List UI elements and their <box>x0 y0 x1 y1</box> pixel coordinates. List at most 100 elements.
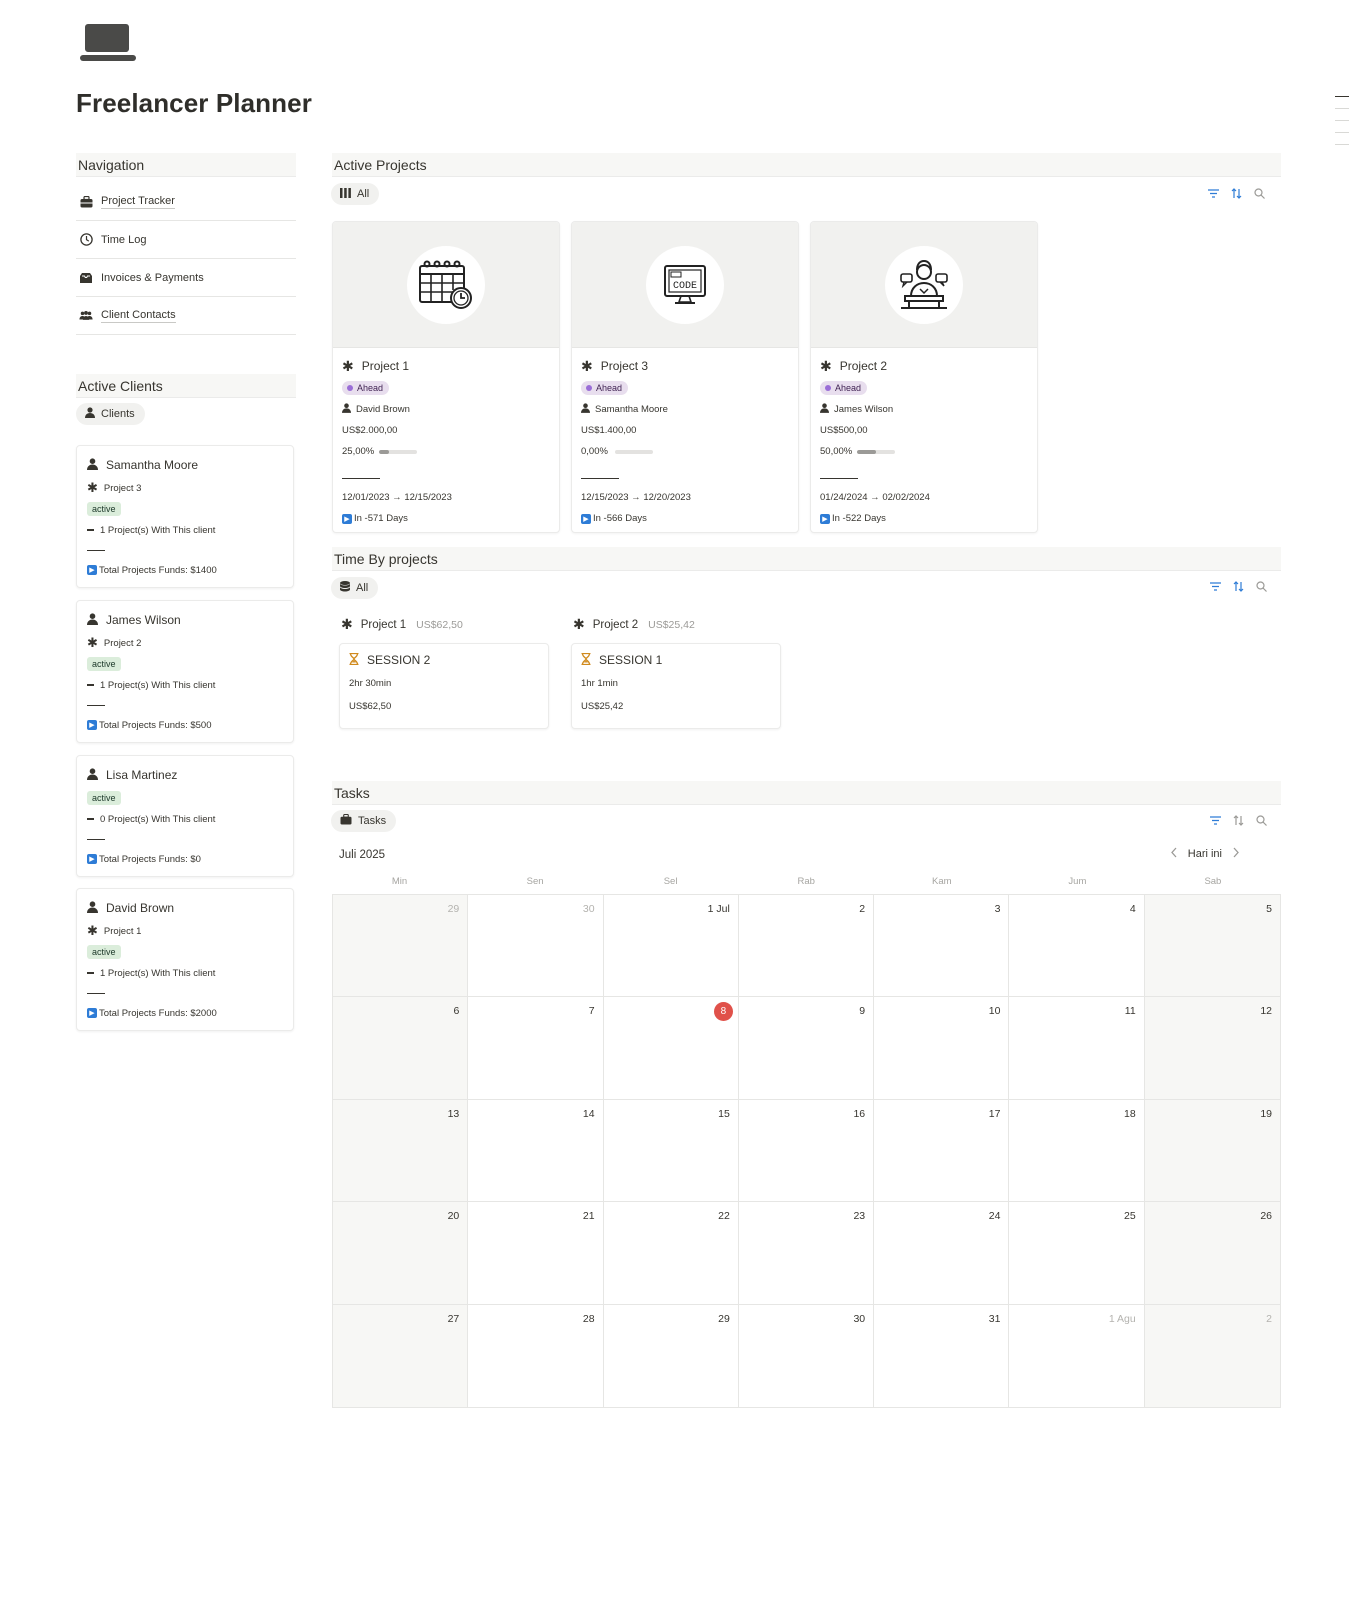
minus-icon <box>87 818 94 820</box>
calendar-day-number: 12 <box>1260 1005 1272 1018</box>
filter-icon[interactable] <box>1207 187 1220 200</box>
calendar-day-cell[interactable]: 29 <box>603 1304 739 1407</box>
calendar-day-cell[interactable]: 15 <box>603 1099 739 1203</box>
calendar-day-cell[interactable]: 27 <box>333 1304 469 1407</box>
calendar-day-cell[interactable]: 1 Agu <box>1009 1304 1145 1407</box>
tab-label: Tasks <box>358 815 387 827</box>
calendar-day-cell[interactable]: 31 <box>874 1304 1010 1407</box>
calendar-day-cell[interactable]: 14 <box>468 1099 604 1203</box>
chevron-right-icon[interactable] <box>1232 847 1240 861</box>
calendar-day-number: 6 <box>453 1005 460 1018</box>
calendar-day-cell[interactable]: 3 <box>874 895 1010 998</box>
session-card-session-1[interactable]: SESSION 1 1hr 1min US$25,42 <box>571 643 781 729</box>
nav-item-project-tracker[interactable]: Project Tracker <box>76 183 296 221</box>
calendar-day-cell[interactable]: 13 <box>333 1099 469 1203</box>
minus-icon <box>87 972 94 974</box>
minus-icon <box>87 529 94 531</box>
client-project-link[interactable]: Project 1 <box>104 926 142 937</box>
session-card-session-2[interactable]: SESSION 2 2hr 30min US$62,50 <box>339 643 549 729</box>
divider <box>87 705 105 706</box>
project-card-project-1[interactable]: ✱ Project 1 Ahead David Brown US$2.000,00… <box>332 221 560 533</box>
client-card-james-wilson[interactable]: James Wilson ✱ Project 2 active 1 Project… <box>76 600 294 743</box>
today-button[interactable]: Hari ini <box>1188 848 1222 860</box>
calendar-day-cell[interactable]: 28 <box>468 1304 604 1407</box>
sort-icon[interactable] <box>1232 814 1245 827</box>
calendar-day-cell[interactable]: 18 <box>1009 1099 1145 1203</box>
calendar-day-cell[interactable]: 22 <box>603 1202 739 1305</box>
calendar-day-cell[interactable]: 6 <box>333 997 469 1100</box>
client-project-link[interactable]: Project 3 <box>104 483 142 494</box>
calendar-day-cell[interactable]: 8 <box>603 997 739 1100</box>
calendar-day-number: 4 <box>1129 903 1136 915</box>
tab-tasks[interactable]: Tasks <box>331 810 397 832</box>
calendar-day-cell[interactable]: 19 <box>1144 1099 1280 1203</box>
calendar-day-cell[interactable]: 2 <box>1144 1304 1280 1407</box>
tab-clients[interactable]: Clients <box>76 403 145 425</box>
asterisk-icon: ✱ <box>87 480 98 495</box>
calendar-day-cell[interactable]: 16 <box>738 1099 875 1203</box>
progress-label: 25,00% <box>342 446 375 457</box>
tab-all-projects[interactable]: All <box>331 183 380 205</box>
table-of-contents[interactable] <box>1335 96 1349 146</box>
projects-toolbar <box>1207 187 1266 200</box>
client-project-link[interactable]: Project 2 <box>104 638 142 649</box>
nav-item-label: Client Contacts <box>101 308 176 323</box>
group-project-2[interactable]: ✱ Project 2 US$25,42 <box>573 616 695 633</box>
client-card-david-brown[interactable]: David Brown ✱ Project 1 active 1 Project(… <box>76 888 294 1031</box>
search-icon[interactable] <box>1253 187 1266 200</box>
calendar-day-cell[interactable]: 24 <box>874 1202 1010 1305</box>
sort-icon[interactable] <box>1232 580 1245 593</box>
calendar-day-cell[interactable]: 9 <box>738 997 875 1100</box>
calendar-day-cell[interactable]: 4 <box>1009 895 1145 998</box>
calendar-day-number: 14 <box>582 1107 595 1120</box>
group-title: Project 2 <box>592 618 639 631</box>
calendar-day-number: 1 Jul <box>707 903 730 915</box>
search-icon[interactable] <box>1255 814 1268 827</box>
calendar-day-cell[interactable]: 11 <box>1009 997 1145 1100</box>
client-name: Lisa Martinez <box>106 768 178 782</box>
nav-item-client-contacts[interactable]: Client Contacts <box>76 297 296 335</box>
project-count: 0 Project(s) With This client <box>100 813 216 825</box>
calendar-day-cell[interactable]: 20 <box>333 1202 469 1305</box>
divider <box>87 550 105 551</box>
play-icon: ▶ <box>87 720 97 730</box>
group-project-1[interactable]: ✱ Project 1 US$62,50 <box>341 616 463 633</box>
project-dates: 12/15/2023 → 12/20/2023 <box>581 492 691 503</box>
calendar-day-cell[interactable]: 12 <box>1144 997 1280 1100</box>
project-client[interactable]: James Wilson <box>834 404 893 415</box>
chevron-left-icon[interactable] <box>1170 847 1178 861</box>
calendar-day-cell[interactable]: 26 <box>1144 1202 1280 1305</box>
calendar-day-cell[interactable]: 1 Jul <box>603 895 739 998</box>
calendar-day-cell[interactable]: 17 <box>874 1099 1010 1203</box>
total-funds: Total Projects Funds: $500 <box>99 719 212 731</box>
search-icon[interactable] <box>1255 580 1268 593</box>
client-card-lisa-martinez[interactable]: Lisa Martinez active 0 Project(s) With T… <box>76 755 294 877</box>
calendar-day-number: 13 <box>447 1107 460 1120</box>
filter-icon[interactable] <box>1209 580 1222 593</box>
filter-icon[interactable] <box>1209 814 1222 827</box>
calendar-day-number: 19 <box>1260 1107 1272 1120</box>
calendar-day-cell[interactable]: 29 <box>333 895 469 998</box>
calendar-day-cell[interactable]: 23 <box>738 1202 875 1305</box>
calendar-day-cell[interactable]: 2 <box>738 895 875 998</box>
sort-icon[interactable] <box>1230 187 1243 200</box>
calendar-day-cell[interactable]: 5 <box>1144 895 1280 998</box>
nav-item-time-log[interactable]: Time Log <box>76 221 296 259</box>
nav-item-invoices-payments[interactable]: Invoices & Payments <box>76 259 296 297</box>
client-card-samantha-moore[interactable]: Samantha Moore ✱ Project 3 active 1 Proje… <box>76 445 294 588</box>
project-card-project-2[interactable]: ✱ Project 2 Ahead James Wilson US$500,00 … <box>810 221 1038 533</box>
calendar-grid: 29 30 1 Jul 2 3 4 5 6 7 8 9 10 11 12 13 14 15 16 17 18 19 20 2… <box>332 894 1281 1408</box>
project-client[interactable]: David Brown <box>356 404 410 415</box>
calendar-day-cell[interactable]: 10 <box>874 997 1010 1100</box>
calendar-day-cell[interactable]: 30 <box>738 1304 875 1407</box>
calendar-day-cell[interactable]: 7 <box>468 997 604 1100</box>
project-client[interactable]: Samantha Moore <box>595 404 668 415</box>
asterisk-icon: ✱ <box>87 923 98 938</box>
project-card-project-3[interactable]: CODE ✱ Project 3 Ahead Samantha Moore US$… <box>571 221 799 533</box>
calendar-day-cell[interactable]: 21 <box>468 1202 604 1305</box>
laptop-icon[interactable] <box>80 22 136 64</box>
tab-all-time[interactable]: All <box>331 577 379 599</box>
calendar-day-number: 15 <box>718 1107 730 1120</box>
calendar-day-cell[interactable]: 25 <box>1009 1202 1145 1305</box>
calendar-day-cell[interactable]: 30 <box>468 895 604 998</box>
